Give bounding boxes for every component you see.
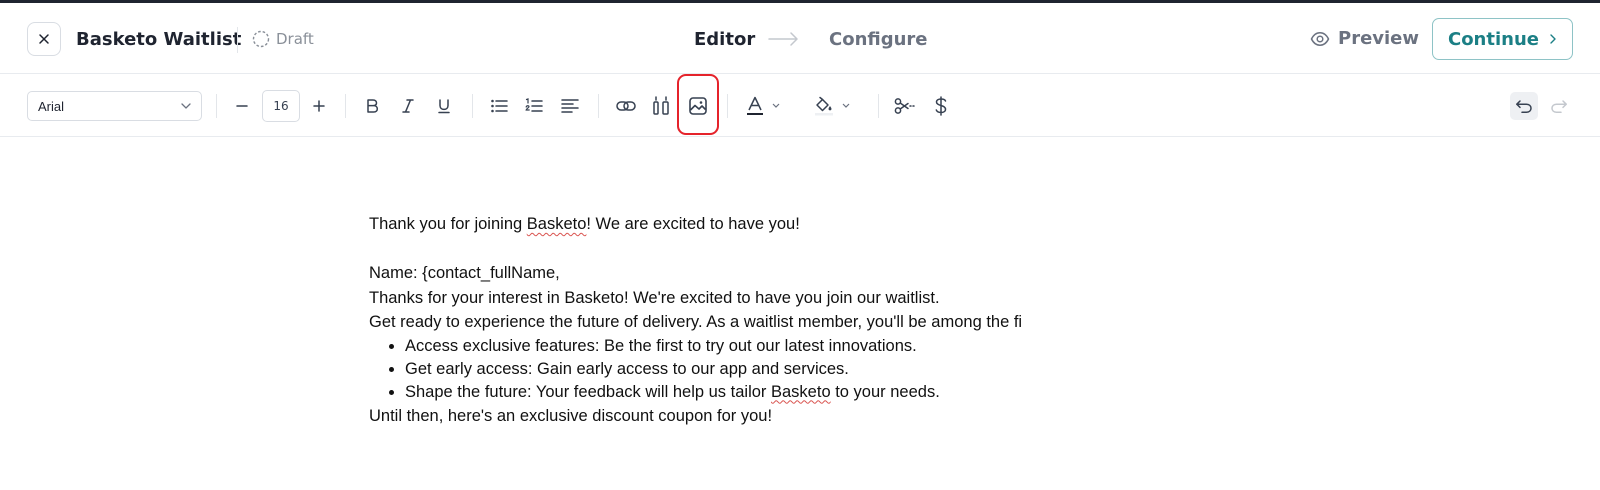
link-button[interactable] (611, 91, 641, 121)
link-icon (616, 101, 636, 111)
preview-button[interactable]: Preview (1310, 28, 1419, 49)
text-color-button[interactable] (746, 91, 790, 121)
thanks-line: Thanks for your interest in Basketo! We'… (369, 288, 940, 307)
scissors-icon (894, 98, 915, 114)
align-button[interactable] (555, 91, 585, 121)
chevron-down-icon (772, 103, 780, 108)
preview-label: Preview (1338, 28, 1420, 49)
minus-icon (236, 105, 248, 107)
decrease-font-size-button[interactable] (227, 91, 257, 121)
status-badge: Draft (252, 30, 314, 48)
draft-status-icon (252, 30, 270, 48)
chevron-down-icon (181, 103, 191, 109)
redo-icon (1551, 100, 1567, 113)
bold-icon (367, 99, 379, 113)
dollar-icon (935, 96, 947, 116)
close-icon (39, 34, 49, 44)
spellcheck-word: Basketo (771, 382, 831, 401)
bullet-list-button[interactable] (484, 91, 514, 121)
font-family-select[interactable]: Arial (27, 91, 202, 121)
italic-icon (402, 99, 414, 113)
benefits-list: Access exclusive features: Be the first … (369, 335, 1069, 404)
list-item: Shape the future: Your feedback will hel… (405, 381, 1069, 404)
underline-button[interactable] (429, 91, 459, 121)
status-label: Draft (276, 30, 314, 48)
font-family-value: Arial (38, 98, 65, 114)
undo-button[interactable] (1510, 92, 1538, 120)
continue-button[interactable]: Continue (1432, 18, 1573, 60)
bold-button[interactable] (357, 91, 387, 121)
align-left-icon (561, 99, 579, 113)
increase-font-size-button[interactable] (304, 91, 334, 121)
font-size-input[interactable]: 16 (262, 90, 300, 122)
chevron-right-icon (1550, 34, 1556, 44)
fill-color-icon (815, 96, 833, 116)
eye-icon (1310, 31, 1330, 46)
image-tool-highlight (677, 74, 719, 135)
redo-button[interactable] (1545, 92, 1573, 120)
editor-toolbar: Arial 16 (0, 74, 1600, 137)
text-color-icon (747, 96, 763, 115)
toolbar-divider (216, 94, 217, 118)
page-title: Basketo Waitlist (76, 29, 242, 50)
toolbar-divider (598, 94, 599, 118)
closing-line: Until then, here's an exclusive discount… (369, 406, 773, 425)
underline-icon (438, 99, 450, 114)
step-arrow-icon (768, 29, 800, 54)
spellcheck-word: Basketo (526, 215, 587, 233)
close-button[interactable] (27, 22, 61, 56)
email-body[interactable]: Thank you for joining Basketo! We are ex… (369, 212, 1069, 428)
columns-button[interactable] (646, 91, 676, 121)
numbered-list-button[interactable] (519, 91, 549, 121)
toolbar-divider (727, 94, 728, 118)
continue-label: Continue (1447, 28, 1539, 50)
italic-button[interactable] (393, 91, 423, 121)
undo-icon (1516, 100, 1532, 113)
list-item: Access exclusive features: Be the first … (405, 335, 1069, 358)
bullet-list-icon (491, 99, 508, 113)
columns-icon (653, 96, 669, 115)
ready-line: Get ready to experience the future of de… (369, 313, 1023, 331)
name-line: Name: {contact_fullName, (369, 264, 560, 282)
intro-line: Thank you for joining Basketo! We are ex… (369, 215, 800, 233)
toolbar-divider (345, 94, 346, 118)
header-divider (237, 27, 238, 53)
toolbar-divider (878, 94, 879, 118)
list-item: Get early access: Gain early access to o… (405, 358, 1069, 381)
plus-icon (313, 100, 325, 112)
editor-header: Basketo Waitlist Draft Editor Configure … (0, 3, 1600, 74)
fill-color-button[interactable] (814, 91, 858, 121)
step-editor[interactable]: Editor (694, 29, 755, 50)
toolbar-divider (472, 94, 473, 118)
currency-button[interactable] (926, 91, 956, 121)
chevron-down-icon (842, 103, 850, 108)
numbered-list-icon (525, 98, 543, 112)
cut-button[interactable] (890, 91, 920, 121)
step-configure[interactable]: Configure (829, 29, 928, 50)
